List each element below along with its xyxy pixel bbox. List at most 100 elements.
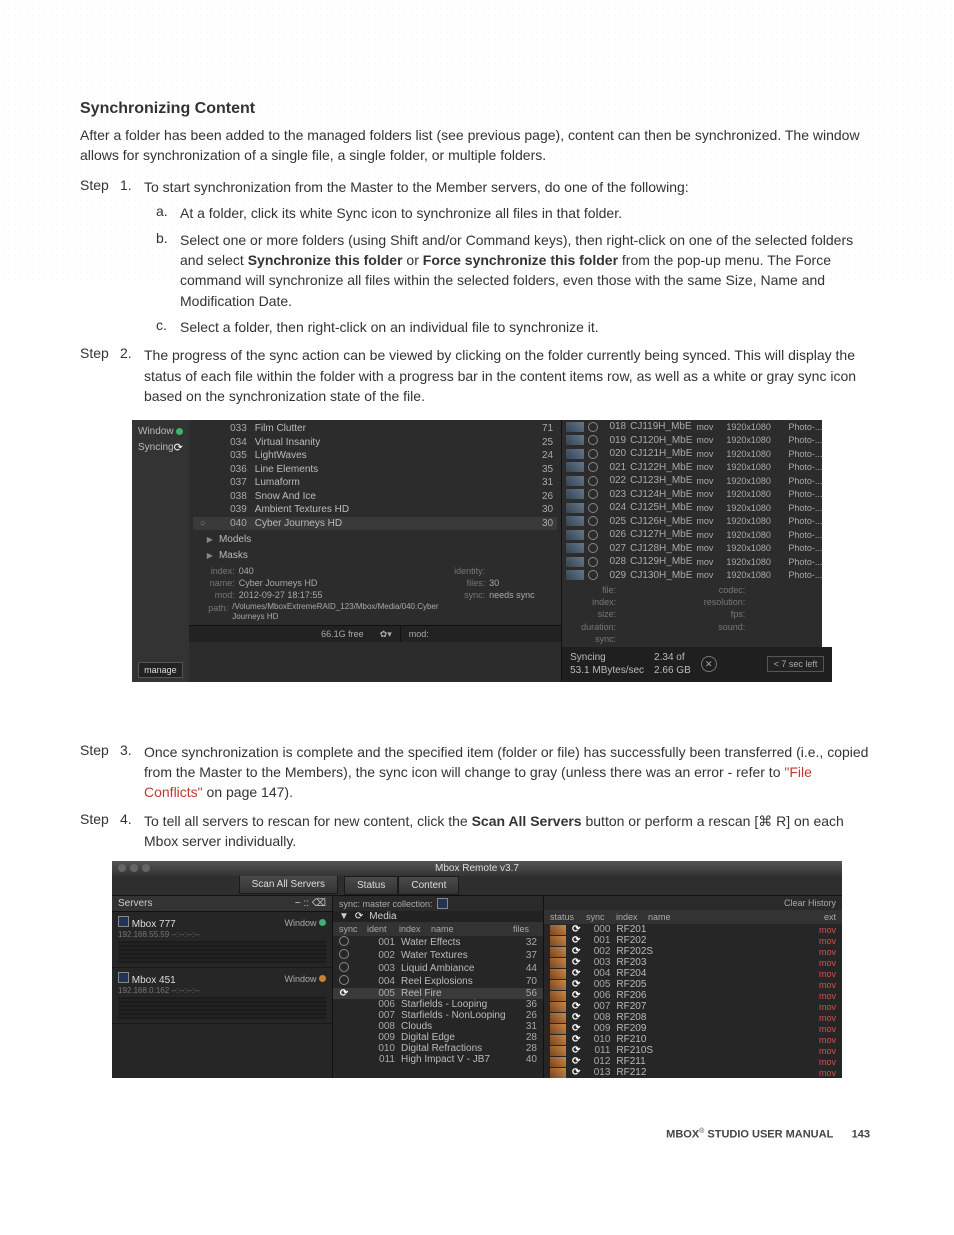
file-row[interactable]: 026CJ127H_MbEmov1920x1080Photo-... [562,528,832,542]
thumbnail-icon [566,422,584,432]
thumbnail-icon [566,543,584,553]
sync-icon[interactable]: ⟳ [340,988,348,999]
sync-icon[interactable]: ⟳ [572,1045,580,1056]
status-tab[interactable]: Status [344,876,398,895]
file-row[interactable]: 028CJ129H_MbEmov1920x1080Photo-... [562,555,832,569]
mbox-remote-screenshot: Mbox Remote v3.7 Scan All Servers Status… [112,861,842,1078]
media-root[interactable]: ▼ ⟳ Media [333,911,543,922]
substep-text: Select one or more folders (using Shift … [180,230,874,311]
sync-icon[interactable] [339,949,349,959]
file-row[interactable]: 025CJ126H_MbEmov1920x1080Photo-... [562,515,832,529]
masks-folder[interactable]: Masks [189,548,561,564]
media-folder-row[interactable]: ⟳005Reel Fire56 [333,988,543,999]
status-dot-icon [176,428,183,435]
folder-row[interactable]: 034Virtual Insanity25 [193,436,557,450]
file-row[interactable]: 023CJ124H_MbEmov1920x1080Photo-... [562,488,832,502]
media-folder-row[interactable]: 004Reel Explosions70 [333,975,543,988]
gear-icon[interactable]: ✿▾ [372,626,400,642]
file-row[interactable]: 019CJ120H_MbEmov1920x1080Photo-... [562,434,832,448]
media-file-row[interactable]: ⟳013RF212mov [544,1067,842,1078]
file-row[interactable]: 024CJ125H_MbEmov1920x1080Photo-... [562,501,832,515]
substep-text: Select a folder, then right-click on an … [180,317,874,337]
media-folder-row[interactable]: 001Water Effects32 [333,936,543,949]
sync-icon[interactable] [339,975,349,985]
media-folder-row[interactable]: 006Starfields - Looping36 [333,999,543,1010]
media-folder-row[interactable]: 002Water Textures37 [333,949,543,962]
syncing-indicator[interactable]: Syncing⟳ [138,441,183,456]
sidebar: Window Syncing⟳ manage [132,420,189,682]
sync-icon[interactable]: ⟳ [572,979,580,990]
folder-row[interactable]: ○040Cyber Journeys HD30 [193,517,557,531]
substep-label: a. [156,203,180,223]
disclosure-icon [207,533,213,547]
sync-status-icon [588,503,598,513]
media-file-row[interactable]: ⟳007RF207mov [544,1001,842,1012]
sync-icon[interactable]: ⟳ [572,1056,580,1067]
models-folder[interactable]: Models [189,532,561,548]
manage-button[interactable]: manage [138,662,183,678]
media-file-row[interactable]: ⟳006RF206mov [544,990,842,1001]
step-text: To tell all servers to rescan for new co… [144,811,874,852]
media-folder-row[interactable]: 011High Impact V - JB740 [333,1054,543,1065]
media-file-row[interactable]: ⟳002RF202Smov [544,946,842,957]
scan-all-servers-button[interactable]: Scan All Servers [239,875,338,894]
file-row[interactable]: 018CJ119H_MbEmov1920x1080Photo-... [562,420,832,434]
folder-row[interactable]: 037Lumaform31 [193,476,557,490]
media-folder-row[interactable]: 009Digital Edge28 [333,1032,543,1043]
sync-status-icon [588,489,598,499]
media-file-row[interactable]: ⟳009RF209mov [544,1023,842,1034]
server-item[interactable]: Mbox 451Window 192.168.0.162 --:--:--:-- [112,968,332,1024]
sync-icon[interactable]: ⟳ [572,957,580,968]
sync-icon[interactable]: ⟳ [572,1034,580,1045]
step-label: Step [80,742,120,758]
file-row[interactable]: 029CJ130H_MbEmov1920x1080Photo-... [562,569,832,583]
file-row[interactable]: 022CJ123H_MbEmov1920x1080Photo-... [562,474,832,488]
file-row[interactable]: 021CJ122H_MbEmov1920x1080Photo-... [562,461,832,475]
clear-history-button[interactable]: Clear History [544,896,842,910]
traffic-lights-icon[interactable] [118,864,150,872]
mod-label: mod: [400,626,437,642]
sync-icon[interactable]: ⟳ [572,968,580,979]
step-number: 1. [120,177,144,193]
file-row[interactable]: 027CJ128H_MbEmov1920x1080Photo-... [562,542,832,556]
media-file-row[interactable]: ⟳004RF204mov [544,968,842,979]
file-row[interactable]: 020CJ121H_MbEmov1920x1080Photo-... [562,447,832,461]
sync-icon[interactable] [339,962,349,972]
media-file-row[interactable]: ⟳000RF201mov [544,924,842,935]
sync-icon[interactable]: ⟳ [572,1023,580,1034]
sync-icon[interactable] [339,936,349,946]
media-file-row[interactable]: ⟳001RF202mov [544,935,842,946]
thumbnail-icon [566,489,584,499]
sync-icon[interactable]: ⟳ [572,935,580,946]
folder-row[interactable]: 036Line Elements35 [193,463,557,477]
folder-row[interactable]: 033Film Clutter71 [193,422,557,436]
sync-icon[interactable]: ⟳ [572,990,580,1001]
sync-icon[interactable]: ⟳ [572,946,580,957]
media-file-row[interactable]: ⟳005RF205mov [544,979,842,990]
content-tab[interactable]: Content [398,876,459,895]
sync-icon[interactable]: ⟳ [572,1012,580,1023]
server-toolbar-icons[interactable]: − :: ⌫ [295,898,326,909]
sync-icon[interactable]: ⟳ [355,911,363,922]
sync-icon[interactable]: ⟳ [572,924,580,935]
sync-icon[interactable]: ⟳ [572,1067,580,1078]
folder-row[interactable]: 039Ambient Textures HD30 [193,503,557,517]
media-folder-row[interactable]: 007Starfields - NonLooping26 [333,1010,543,1021]
media-file-row[interactable]: ⟳003RF203mov [544,957,842,968]
media-file-row[interactable]: ⟳010RF210mov [544,1034,842,1045]
thumbnail-icon [566,449,584,459]
media-file-row[interactable]: ⟳012RF211mov [544,1056,842,1067]
folder-row[interactable]: 035LightWaves24 [193,449,557,463]
media-file-row[interactable]: ⟳008RF208mov [544,1012,842,1023]
cancel-sync-button[interactable]: ✕ [701,656,717,672]
sync-icon[interactable]: ⟳ [572,1001,580,1012]
media-folder-row[interactable]: 003Liquid Ambiance44 [333,962,543,975]
media-folder-row[interactable]: 008Clouds31 [333,1021,543,1032]
media-folder-row[interactable]: 010Digital Refractions28 [333,1043,543,1054]
media-file-row[interactable]: ⟳011RF210Smov [544,1045,842,1056]
media-columns-header: sync ident index name files [333,922,543,936]
server-item[interactable]: Mbox 777Window 192.168.55.59 --:--:--:-- [112,912,332,968]
folder-row[interactable]: 038Snow And Ice26 [193,490,557,504]
step-text: Once synchronization is complete and the… [144,742,874,803]
window-indicator[interactable]: Window [138,425,183,439]
